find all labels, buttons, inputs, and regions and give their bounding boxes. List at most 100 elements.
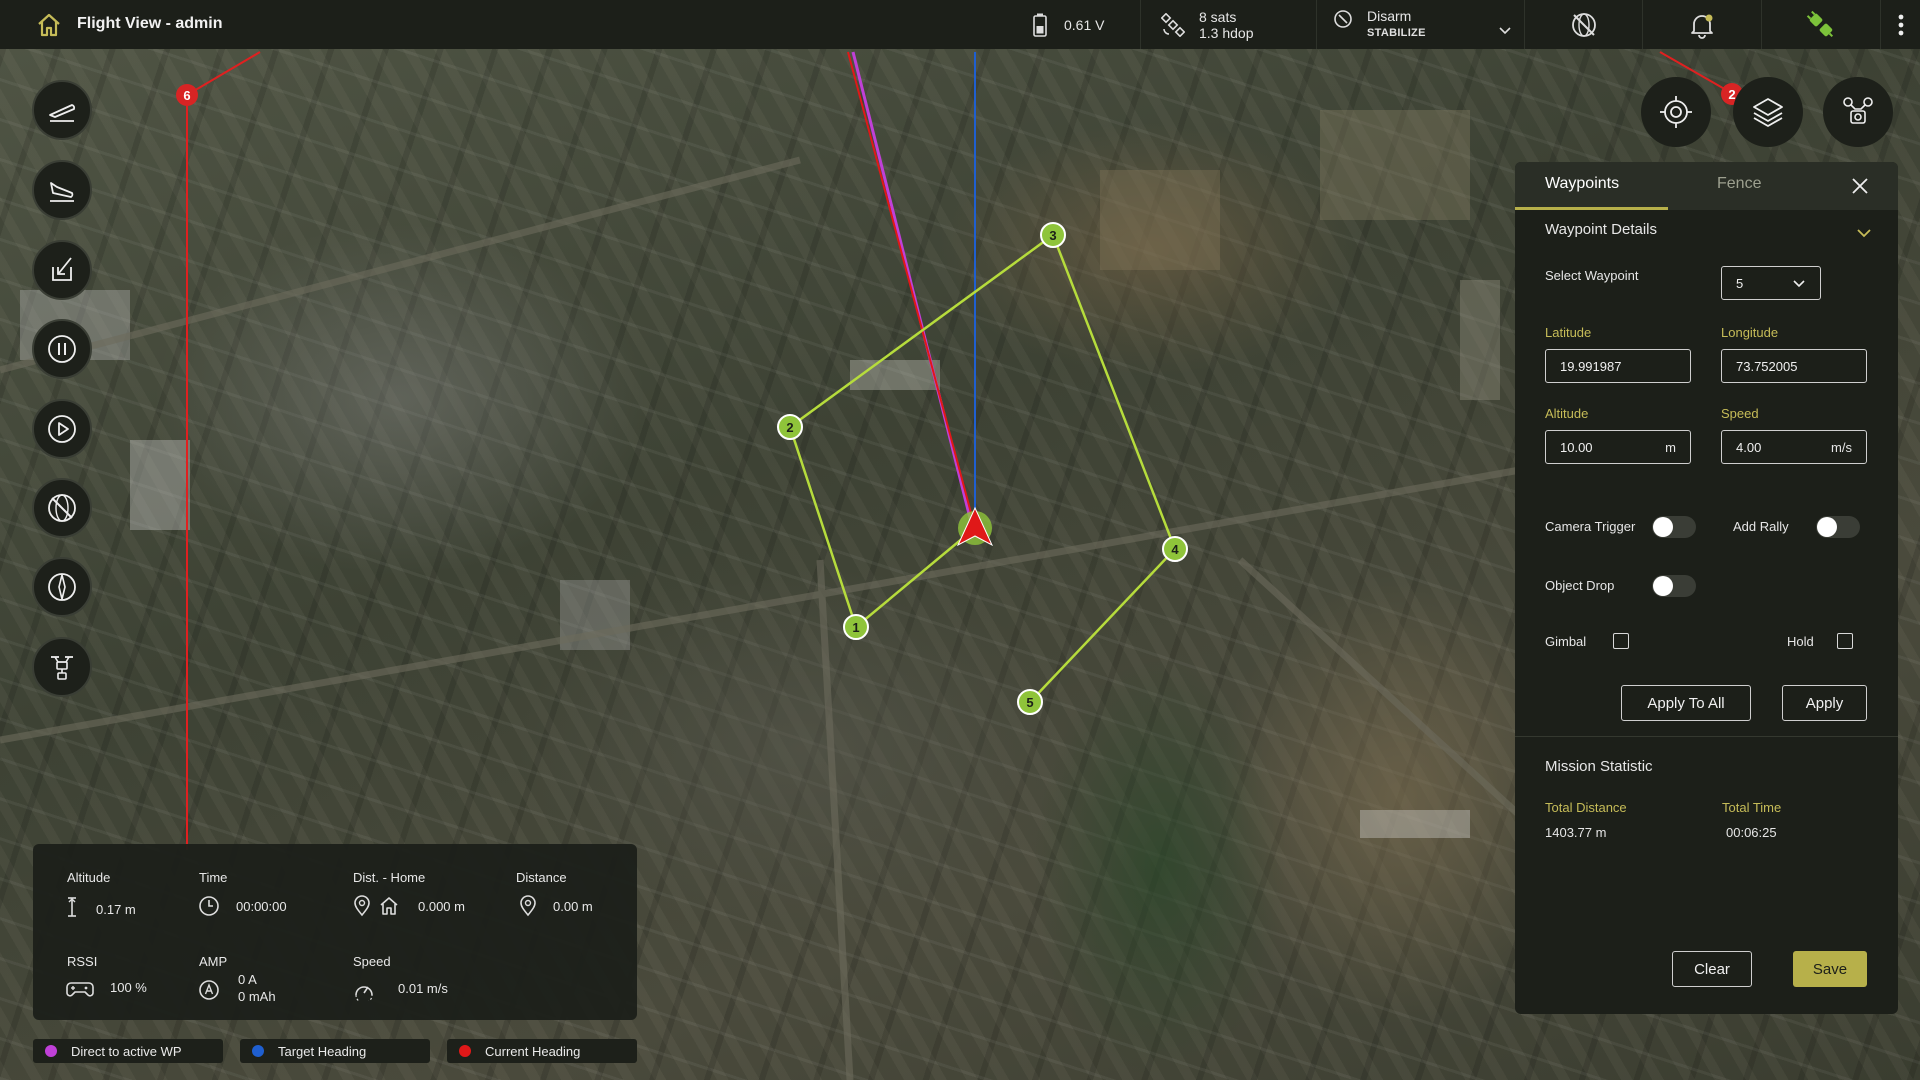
mah-value: 0 mAh [238,989,276,1004]
speed-field-label: Speed [1721,406,1759,421]
add-rally-toggle[interactable] [1816,516,1860,538]
direct-wp-line [851,51,975,531]
tab-fence[interactable]: Fence [1717,175,1761,193]
add-rally-label: Add Rally [1733,519,1789,534]
arm-mode-dropdown[interactable]: Disarm STABILIZE [1316,0,1524,49]
gps-status: 8 sats 1.3 hdop [1140,0,1316,49]
amp-value: 0 A [238,972,257,987]
locate-vehicle-button[interactable] [1641,77,1711,147]
no-fly-button[interactable] [32,478,92,538]
apply-to-all-button[interactable]: Apply To All [1621,685,1751,721]
gimbal-checkbox[interactable] [1613,633,1629,649]
object-drop-toggle[interactable] [1652,575,1696,597]
mission-statistic-title: Mission Statistic [1545,758,1653,775]
no-globe-icon [1571,12,1596,37]
drone-settings-button[interactable] [32,637,92,697]
home-icon[interactable] [36,12,62,38]
panel-tabs: Waypoints Fence [1515,162,1898,210]
save-button[interactable]: Save [1793,951,1867,987]
section-divider [1515,736,1898,737]
rally-point-6[interactable]: 6 [176,84,198,106]
rssi-value: 100 % [110,980,147,995]
telemetry-panel: Altitude 0.17 m Time 00:00:00 Dist. - Ho… [33,844,637,1020]
speed-label: Speed [353,954,391,969]
legend-current-heading: Current Heading [447,1039,637,1063]
toggle-knob [1817,517,1837,537]
map-texture [20,110,1500,838]
compass-button[interactable] [32,557,92,617]
landing-icon [50,182,74,202]
bell-icon [1691,14,1713,39]
hold-checkbox[interactable] [1837,633,1853,649]
latitude-label: Latitude [1545,325,1592,340]
chevron-down-icon[interactable] [1856,228,1872,238]
pause-icon [48,335,76,363]
time-value: 00:00:00 [236,899,287,914]
page-title: Flight View - admin [77,15,223,32]
map-lock-button[interactable] [1524,0,1642,49]
land-button[interactable] [32,160,92,220]
arm-power-icon [1334,9,1352,28]
waypoint-2[interactable]: 2 [777,414,803,440]
active-tab-indicator [1515,207,1668,210]
toggle-knob [1653,576,1673,596]
speed-input[interactable]: 4.00 m/s [1721,430,1867,464]
dist-home-label: Dist. - Home [353,870,426,885]
play-button[interactable] [32,399,92,459]
select-waypoint-dropdown[interactable]: 5 [1721,266,1821,300]
chevron-down-icon [1793,280,1805,288]
distance-label: Distance [516,870,567,885]
latitude-input[interactable]: 19.991987 [1545,349,1691,383]
legend-target-heading: Target Heading [240,1039,430,1063]
apply-button[interactable]: Apply [1782,685,1867,721]
drone-camera-button[interactable] [1823,77,1893,147]
select-waypoint-label: Select Waypoint [1545,268,1639,283]
takeoff-icon [49,104,76,122]
longitude-input[interactable]: 73.752005 [1721,349,1867,383]
rssi-label: RSSI [67,954,98,969]
no-fly-icon [48,494,76,522]
waypoint-3[interactable]: 3 [1040,222,1066,248]
waypoint-5[interactable]: 5 [1017,689,1043,715]
crosshair-icon [1660,96,1692,128]
flight-mode: STABILIZE [1367,26,1426,39]
more-menu-button[interactable] [1880,0,1920,49]
altitude-icon [68,897,76,917]
tab-waypoints[interactable]: Waypoints [1545,175,1619,193]
camera-trigger-toggle[interactable] [1652,516,1696,538]
waypoint-panel: Waypoints Fence Waypoint Details Select … [1515,162,1898,1014]
longitude-label: Longitude [1721,325,1779,340]
gamepad-icon [66,982,94,997]
battery-status: 0.61 V [1018,0,1138,49]
altitude-input[interactable]: 10.00 m [1545,430,1691,464]
map-pin-icon [354,895,370,917]
altitude-label: Altitude [67,870,111,885]
current-heading-line [847,51,976,529]
waypoint-1[interactable]: 1 [843,614,869,640]
toggle-knob [1653,517,1673,537]
waypoint-4[interactable]: 4 [1162,536,1188,562]
layers-icon [1753,98,1783,127]
takeoff-button[interactable] [32,80,92,140]
satellite-icon [1161,12,1185,37]
notifications-button[interactable] [1642,0,1761,49]
drone-icon [51,656,73,680]
clear-button[interactable]: Clear [1672,951,1752,987]
top-bar: Flight View - admin 0.61 V 8 sats 1.3 hd… [0,0,1920,49]
legend-dot [459,1045,471,1057]
drone-camera-icon [1843,97,1873,124]
legend-dot [45,1045,57,1057]
return-to-launch-button[interactable] [32,240,92,300]
map-layers-button[interactable] [1733,77,1803,147]
return-home-icon [52,257,72,281]
hold-label: Hold [1787,634,1814,649]
total-time-label: Total Time [1722,800,1782,815]
pause-button[interactable] [32,319,92,379]
legend-dot [252,1045,264,1057]
connection-button[interactable] [1761,0,1880,49]
clock-icon [199,896,219,916]
waypoint-details-title: Waypoint Details [1545,221,1657,238]
altitude-unit: m [1665,439,1676,455]
total-time-value: 00:06:25 [1726,825,1777,840]
close-icon[interactable] [1851,177,1869,195]
